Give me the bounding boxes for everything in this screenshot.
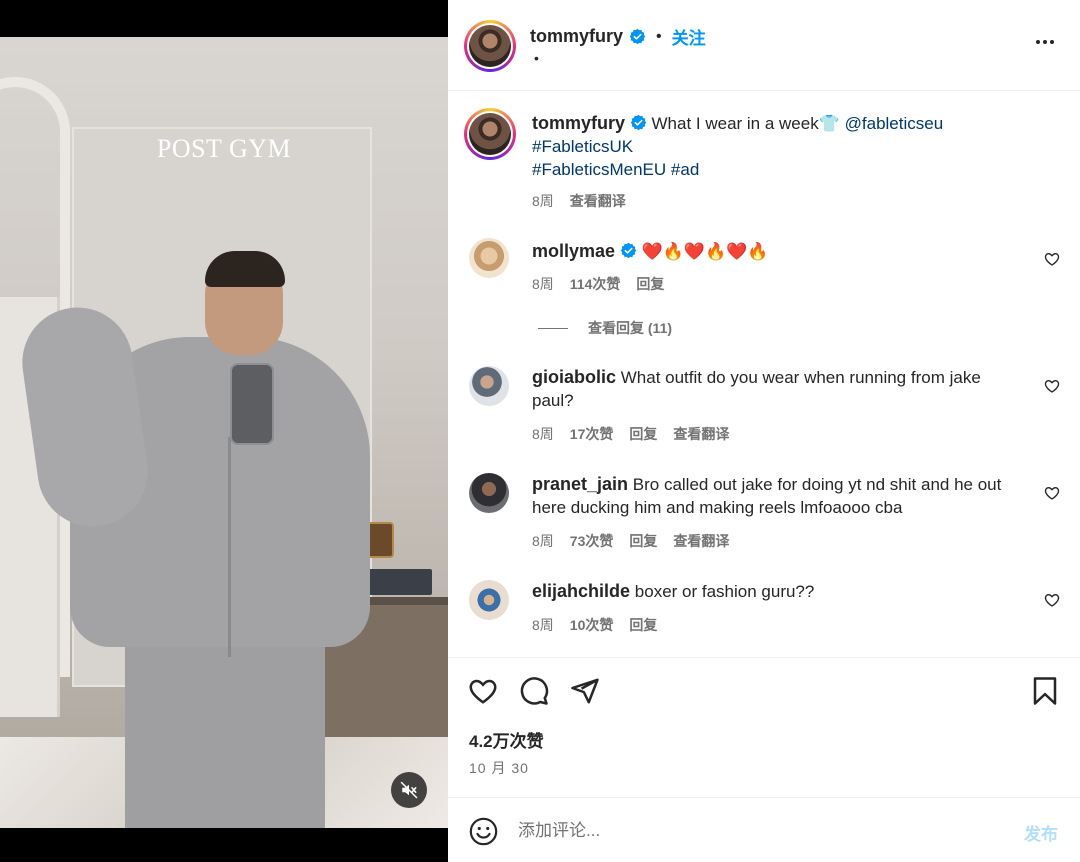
commenter-avatar[interactable] bbox=[469, 473, 509, 513]
caption-meta: 8周 查看翻译 bbox=[532, 191, 626, 211]
caption-age[interactable]: 8周 bbox=[532, 191, 554, 211]
post-caption: tommyfury What I wear in a week👕 @fablet… bbox=[448, 92, 1080, 222]
likes-count[interactable]: 4.2万次赞 bbox=[469, 727, 544, 752]
comment-body: ❤️🔥❤️🔥❤️🔥 bbox=[641, 242, 769, 261]
commenter-avatar[interactable] bbox=[469, 580, 509, 620]
phone bbox=[230, 363, 274, 445]
comment-body: boxer or fashion guru?? bbox=[634, 582, 815, 601]
comment-text: gioiabolic What outfit do you wear when … bbox=[532, 366, 1022, 412]
comment-likes[interactable]: 114次赞 bbox=[570, 274, 621, 294]
heart-icon[interactable] bbox=[468, 676, 498, 706]
comment-meta: 8周 73次赞 回复 查看翻译 bbox=[532, 531, 729, 551]
reply-button[interactable]: 回复 bbox=[629, 424, 657, 444]
like-comment-icon[interactable] bbox=[1044, 251, 1060, 267]
commenter-avatar[interactable] bbox=[469, 238, 509, 278]
post-actions: 4.2万次赞 10 月 30 bbox=[448, 657, 1080, 797]
comments-list[interactable]: tommyfury What I wear in a week👕 @fablet… bbox=[448, 92, 1080, 656]
caption-emoji: 👕 bbox=[818, 114, 840, 133]
comment-age[interactable]: 8周 bbox=[532, 531, 554, 551]
more-horizontal-icon bbox=[1036, 40, 1040, 44]
caption-avatar[interactable] bbox=[464, 108, 516, 160]
translate-link[interactable]: 查看翻译 bbox=[570, 191, 626, 211]
person-legs bbox=[125, 627, 325, 828]
comment-likes[interactable]: 73次赞 bbox=[570, 531, 614, 551]
comment-text: elijahchilde boxer or fashion guru?? bbox=[532, 580, 1022, 603]
header-subtext: • bbox=[534, 50, 539, 66]
comment-meta: 8周 114次赞 回复 bbox=[532, 274, 664, 294]
comment-icon[interactable] bbox=[519, 676, 549, 706]
verified-badge-icon bbox=[629, 28, 646, 45]
view-replies-button[interactable]: 查看回复 (11) bbox=[538, 318, 672, 338]
caption-mention[interactable]: @fableticseu bbox=[845, 114, 944, 133]
comment-input[interactable] bbox=[518, 814, 998, 848]
separator-dot: • bbox=[656, 27, 662, 45]
post-comment-button[interactable]: 发布 bbox=[1024, 820, 1058, 845]
comment-age[interactable]: 8周 bbox=[532, 424, 554, 444]
speaker-muted-icon bbox=[400, 781, 418, 799]
comment-meta: 8周 10次赞 回复 bbox=[532, 615, 657, 635]
author-username[interactable]: tommyfury bbox=[530, 26, 623, 47]
comment-text: pranet_jain Bro called out jake for doin… bbox=[532, 473, 1022, 519]
bookmark-icon[interactable] bbox=[1030, 676, 1060, 706]
hoodie-zip bbox=[228, 437, 231, 657]
caption-hashtag[interactable]: #FableticsUK bbox=[532, 137, 633, 156]
post-date[interactable]: 10 月 30 bbox=[469, 758, 529, 778]
commenter-username[interactable]: pranet_jain bbox=[532, 474, 628, 494]
caption-hashtag[interactable]: #FableticsMenEU bbox=[532, 160, 666, 179]
caption-hashtag[interactable]: #ad bbox=[671, 160, 699, 179]
comment-likes[interactable]: 10次赞 bbox=[570, 615, 614, 635]
like-comment-icon[interactable] bbox=[1044, 485, 1060, 501]
like-comment-icon[interactable] bbox=[1044, 592, 1060, 608]
instagram-post-modal: POST GYM tommyfury • 关注 • tommyfury What… bbox=[0, 0, 1080, 862]
reply-button[interactable]: 回复 bbox=[629, 531, 657, 551]
comment-age[interactable]: 8周 bbox=[532, 615, 554, 635]
mute-button[interactable] bbox=[391, 772, 427, 808]
commenter-username[interactable]: gioiabolic bbox=[532, 367, 616, 387]
add-comment-bar: 发布 bbox=[448, 797, 1080, 862]
person-hair bbox=[205, 251, 285, 287]
divider-line bbox=[538, 327, 568, 329]
verified-badge-icon bbox=[620, 242, 637, 259]
like-comment-icon[interactable] bbox=[1044, 378, 1060, 394]
share-icon[interactable] bbox=[570, 676, 600, 706]
comment-meta: 8周 17次赞 回复 查看翻译 bbox=[532, 424, 729, 444]
commenter-avatar[interactable] bbox=[469, 366, 509, 406]
comment-likes[interactable]: 17次赞 bbox=[570, 424, 614, 444]
emoji-icon[interactable] bbox=[469, 817, 498, 846]
author-line: tommyfury • 关注 bbox=[530, 24, 706, 49]
caption-body: What I wear in a week bbox=[651, 114, 819, 133]
comment-age[interactable]: 8周 bbox=[532, 274, 554, 294]
view-replies-label: 查看回复 (11) bbox=[588, 320, 673, 336]
post-header: tommyfury • 关注 • bbox=[448, 0, 1080, 91]
comment-text: mollymae ❤️🔥❤️🔥❤️🔥 bbox=[532, 240, 1022, 263]
caption-text: tommyfury What I wear in a week👕 @fablet… bbox=[532, 112, 1052, 181]
caption-username[interactable]: tommyfury bbox=[532, 113, 625, 133]
verified-badge-icon bbox=[630, 114, 647, 131]
commenter-username[interactable]: elijahchilde bbox=[532, 581, 630, 601]
reply-button[interactable]: 回复 bbox=[636, 274, 664, 294]
translate-link[interactable]: 查看翻译 bbox=[673, 424, 729, 444]
follow-button[interactable]: 关注 bbox=[672, 24, 706, 49]
more-options-button[interactable] bbox=[1036, 34, 1054, 50]
reply-button[interactable]: 回复 bbox=[629, 615, 657, 635]
post-media: POST GYM bbox=[0, 0, 448, 862]
translate-link[interactable]: 查看翻译 bbox=[673, 531, 729, 551]
video-overlay-text: POST GYM bbox=[156, 134, 292, 163]
commenter-username[interactable]: mollymae bbox=[532, 241, 615, 261]
post-details-panel: tommyfury • 关注 • tommyfury What I wear i… bbox=[448, 0, 1080, 862]
author-avatar[interactable] bbox=[464, 20, 516, 72]
